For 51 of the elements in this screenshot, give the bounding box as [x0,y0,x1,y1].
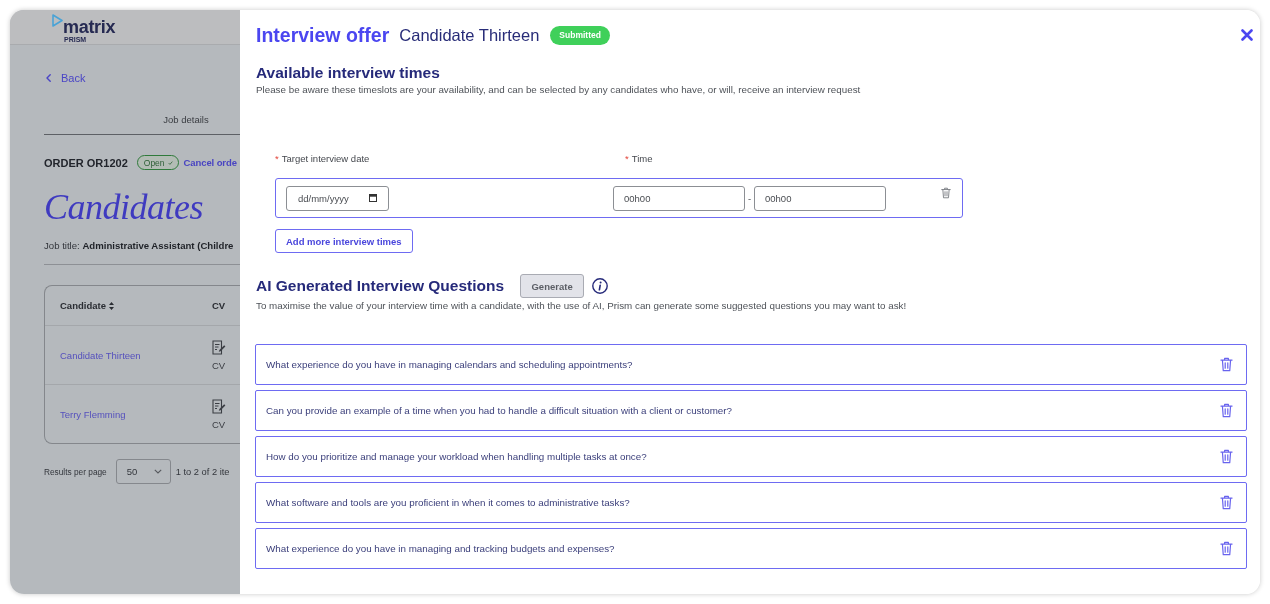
start-time-field[interactable]: 00h00 [613,185,745,211]
chevron-down-icon [153,469,162,474]
section-heading: AI Generated Interview Questions [256,276,505,296]
info-icon[interactable] [592,278,609,294]
status-badge: Submitted [550,25,610,45]
section-description: Please be aware these timeslots are your availability, and can be selected by any candidates who have, or will, receive an interview request [256,84,861,96]
document-edit-icon[interactable] [212,398,226,414]
column-header: Candidate [60,300,106,311]
question-text: What experience do you have in managing calendars and scheduling appointments? [266,359,633,370]
cancel-order-link[interactable]: Cancel orde [183,157,237,168]
question-text: Can you provide an example of a time when you had to handle a difficult situation with a client or customer? [266,405,732,416]
add-times-button[interactable]: Add more interview times [275,229,413,253]
check-icon [167,160,173,165]
date-field[interactable]: dd/mm/yyyy [286,185,389,211]
section-description: To maximise the value of your interview time with a candidate, with the use of AI, Prism can generate some suggested questions you may want to ask! [256,300,907,312]
trash-icon[interactable] [1220,357,1233,372]
sort-icon[interactable] [108,301,114,310]
cv-link[interactable]: CV [212,418,226,430]
back-link[interactable]: Back [46,71,86,85]
document-edit-icon[interactable] [212,339,226,355]
status-text: Open [143,157,165,168]
trash-icon[interactable] [1220,403,1233,418]
job-title: Job title: Administrative Assistant (Childre [44,240,234,252]
results-per-page-label: Results per page [44,466,107,477]
range-separator: - [746,192,753,204]
question-text: What software and tools are you proficient in when it comes to administrative tasks? [266,497,630,508]
calendar-icon[interactable] [369,194,377,202]
play-triangle-icon [52,14,63,27]
trash-icon[interactable] [1220,541,1233,556]
candidate-name-link[interactable]: Candidate Thirteen [60,349,212,361]
order-number: ORDER OR1202 [44,156,128,169]
chevron-left-icon [46,74,51,82]
trash-icon[interactable] [1220,495,1233,510]
field-label: * Target interview date [275,153,370,164]
field-label: * Time [625,153,653,164]
candidate-name-link[interactable]: Terry Flemming [60,408,212,420]
logo-text: matrix [63,19,116,36]
trash-icon[interactable] [941,187,951,199]
question-text: How do you prioritize and manage your workload when handling multiple tasks at once? [266,451,647,462]
close-icon[interactable] [1241,29,1253,41]
pagination-range: 1 to 2 of 2 ite [175,466,230,477]
trash-icon[interactable] [1220,449,1233,464]
page-size-select[interactable]: 50 [115,459,171,484]
candidate-name: Candidate Thirteen [399,25,540,45]
cv-link[interactable]: CV [212,359,226,371]
column-header: CV [212,300,227,311]
question-text: What experience do you have in managing and tracking budgets and expenses? [266,543,615,554]
panel-title: Interview offer [256,23,390,48]
end-time-field[interactable]: 00h00 [754,185,886,211]
page-heading: Candidates [44,188,203,226]
section-heading: Available interview times [256,63,440,83]
